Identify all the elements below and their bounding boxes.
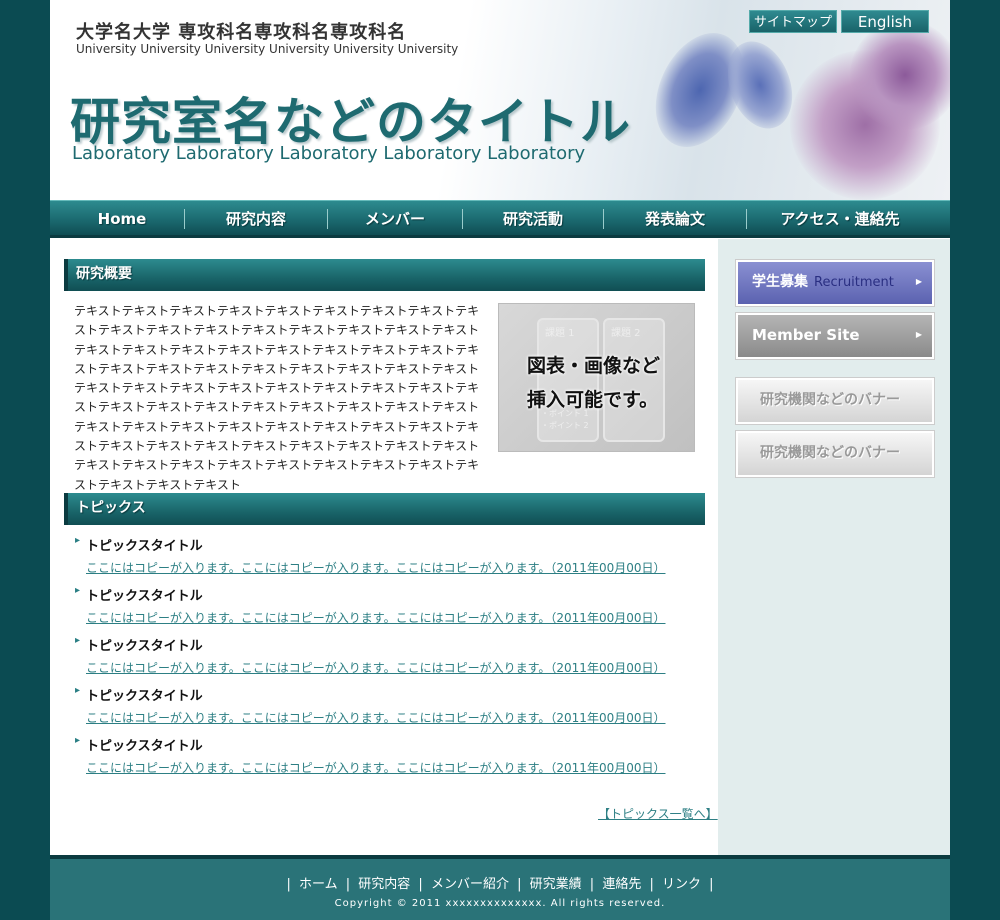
nav-item-members[interactable]: メンバー (328, 201, 462, 237)
site-header: 大学名大学 専攻科名専攻科名専攻科名 University University… (50, 0, 950, 200)
footer-divider: | (649, 877, 654, 892)
nav-item-access[interactable]: アクセス・連絡先 (747, 201, 933, 237)
recruitment-banner[interactable]: 学生募集 Recruitment ▶ (735, 259, 935, 307)
footer-divider: | (345, 877, 351, 892)
topic-link[interactable]: ここにはコピーが入ります。ここにはコピーが入ります。ここにはコピーが入ります。（… (76, 559, 665, 576)
main-nav: Home 研究内容 メンバー 研究活動 発表論文 アクセス・連絡先 (50, 200, 950, 238)
figure-point: ・ポイント 2 (541, 421, 589, 430)
site-footer: | ホーム | 研究内容 | メンバー紹介 | 研究業績 | 連絡先 | リンク… (50, 855, 950, 920)
topic-link[interactable]: ここにはコピーが入ります。ここにはコピーが入ります。ここにはコピーが入ります。（… (76, 609, 665, 626)
arrow-right-icon: ▶ (915, 277, 922, 286)
institution-banner-label: 研究機関などのバナー (760, 445, 900, 461)
topic-item: トピックスタイトル ここにはコピーが入ります。ここにはコピーが入ります。ここには… (75, 685, 665, 726)
recruitment-title: 学生募集 (752, 274, 808, 290)
topic-item: トピックスタイトル ここにはコピーが入ります。ここにはコピーが入ります。ここには… (75, 535, 665, 576)
topic-title: トピックスタイトル (75, 585, 665, 604)
footer-link-achievements[interactable]: 研究業績 (530, 877, 582, 892)
overview-text: テキストテキストテキストテキストテキストテキストテキストテキストテキストテキスト… (74, 304, 480, 492)
figure-label-1: 課題 1 (545, 328, 575, 339)
footer-link-links[interactable]: リンク (662, 877, 701, 892)
topic-item: トピックスタイトル ここにはコピーが入ります。ここにはコピーが入ります。ここには… (75, 585, 665, 626)
page: 大学名大学 専攻科名専攻科名専攻科名 University University… (50, 0, 950, 920)
university-name: 大学名大学 専攻科名専攻科名専攻科名 (76, 22, 407, 43)
recruitment-subtitle: Recruitment (814, 275, 894, 290)
topics-heading: トピックス (64, 493, 705, 525)
member-site-banner[interactable]: Member Site ▶ (735, 312, 935, 360)
header-cell-image (850, 20, 950, 130)
footer-link-contact[interactable]: 連絡先 (602, 877, 641, 892)
nav-item-papers[interactable]: 発表論文 (604, 201, 746, 237)
institution-banner-2[interactable]: 研究機関などのバナー (735, 430, 935, 478)
figure-caption-line1: 図表・画像など (527, 355, 661, 377)
member-site-label: Member Site (752, 326, 860, 344)
arrow-right-icon: ▶ (915, 330, 922, 339)
footer-divider: | (286, 877, 291, 892)
footer-link-home[interactable]: ホーム (299, 877, 338, 892)
footer-divider: | (589, 877, 595, 892)
sidebar: 学生募集 Recruitment ▶ Member Site ▶ 研究機関などのバ… (718, 239, 950, 855)
topic-link[interactable]: ここにはコピーが入ります。ここにはコピーが入ります。ここにはコピーが入ります。（… (76, 659, 665, 676)
footer-link-members[interactable]: メンバー紹介 (431, 877, 509, 892)
topic-title: トピックスタイトル (75, 535, 665, 554)
footer-divider: | (517, 877, 522, 892)
footer-divider: | (709, 877, 714, 892)
institution-banner-label: 研究機関などのバナー (760, 392, 900, 408)
topic-link[interactable]: ここにはコピーが入ります。ここにはコピーが入ります。ここにはコピーが入ります。（… (76, 759, 665, 776)
topics-more-link[interactable]: 【トピックス一覧へ】 (598, 805, 718, 822)
topic-title: トピックスタイトル (75, 735, 665, 754)
institution-banner-1[interactable]: 研究機関などのバナー (735, 377, 935, 425)
figure-label-2: 課題 2 (611, 328, 641, 339)
sitemap-button[interactable]: サイトマップ (749, 10, 837, 33)
lab-title-en: Laboratory Laboratory Laboratory Laborat… (72, 143, 586, 164)
overview-heading: 研究概要 (64, 259, 705, 291)
nav-item-research[interactable]: 研究内容 (185, 201, 327, 237)
english-button[interactable]: English (841, 10, 929, 33)
recruitment-label: 学生募集 Recruitment (752, 262, 894, 303)
nav-item-activities[interactable]: 研究活動 (463, 201, 603, 237)
footer-divider: | (418, 877, 423, 892)
figure-caption-line2: 挿入可能です。 (527, 389, 659, 411)
footer-link-research[interactable]: 研究内容 (358, 877, 410, 892)
topic-title: トピックスタイトル (75, 635, 665, 654)
overview-figure: 課題 1 課題 2 ・ポイント 1 ・ポイント 2 図表・画像など 挿入可能です… (498, 303, 695, 452)
footer-links: | ホーム | 研究内容 | メンバー紹介 | 研究業績 | 連絡先 | リンク… (50, 873, 950, 892)
copyright-text: Copyright © 2011 xxxxxxxxxxxxxx. All rig… (334, 898, 666, 909)
topic-item: トピックスタイトル ここにはコピーが入ります。ここにはコピーが入ります。ここには… (75, 735, 665, 776)
nav-item-home[interactable]: Home (60, 201, 184, 237)
university-name-en: University University University Univers… (76, 42, 459, 56)
topic-item: トピックスタイトル ここにはコピーが入ります。ここにはコピーが入ります。ここには… (75, 635, 665, 676)
topic-title: トピックスタイトル (75, 685, 665, 704)
topic-link[interactable]: ここにはコピーが入ります。ここにはコピーが入ります。ここにはコピーが入ります。（… (76, 709, 665, 726)
